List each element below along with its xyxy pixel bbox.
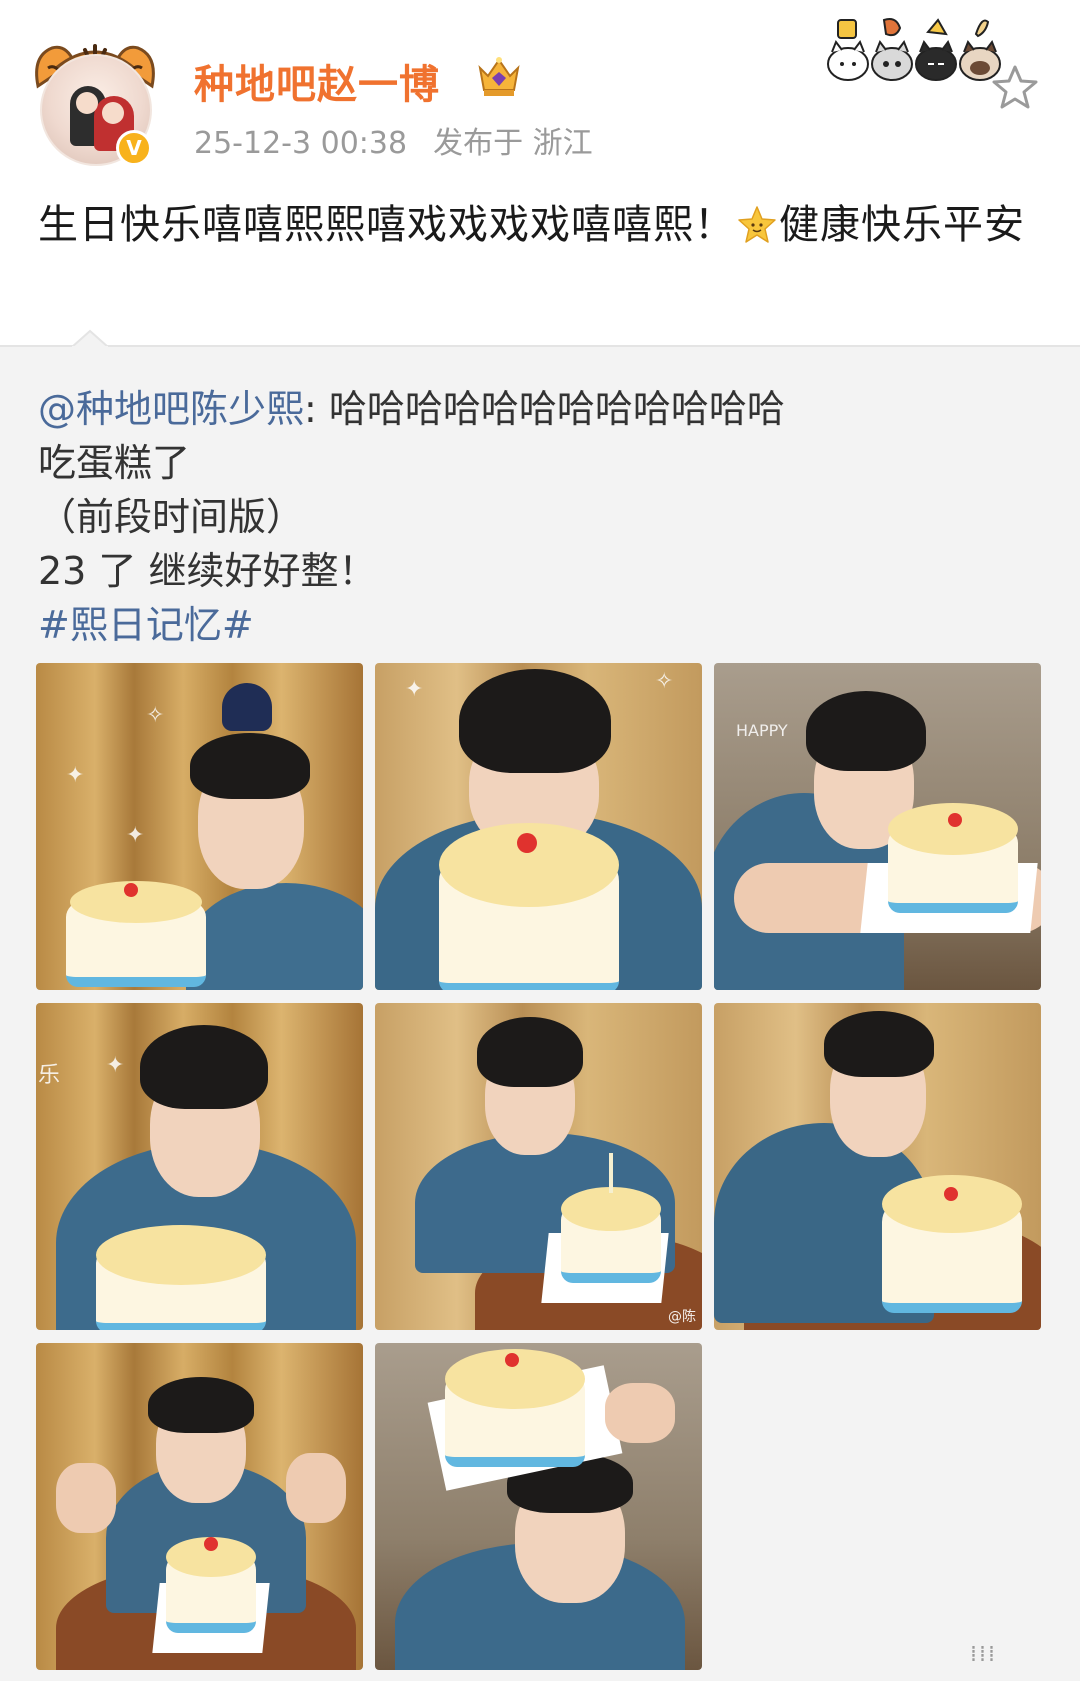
hashtag-link[interactable]: #熙日记忆# [38, 598, 1048, 652]
post-card: V 种地吧赵一博 25-12-3 00:38 发布于 浙江 生日快乐嘻嘻熙熙嘻戏… [0, 0, 1080, 345]
post-text-wish: 健康快乐平安 [779, 202, 1025, 248]
post-meta: 25-12-3 00:38 发布于 浙江 [194, 118, 593, 162]
photo-1[interactable]: ✦ ✧ ✦ [36, 663, 363, 990]
repost-pointer [72, 329, 108, 363]
photo-3[interactable]: HAPPY [714, 663, 1041, 990]
cat-stickers-icon [827, 18, 1001, 81]
vip-crown-icon[interactable] [474, 54, 524, 100]
post-text: 生日快乐嘻嘻熙熙嘻戏戏戏戏嘻嘻熙！ 健康快乐平安 [38, 198, 1048, 253]
post-datetime: 25-12-3 00:38 [194, 126, 408, 161]
repost-line-3: （前段时间版） [38, 495, 305, 539]
more-dots-icon: ⁞⁞⁞ [970, 1642, 997, 1667]
repost-text: @种地吧陈少熙: 哈哈哈哈哈哈哈哈哈哈哈哈 吃蛋糕了 （前段时间版） 23 了 … [38, 382, 1048, 652]
star-emoji-icon [738, 206, 776, 243]
username[interactable]: 种地吧赵一博 [194, 52, 440, 110]
repost-line-4: 23 了 继续好好整！ [38, 549, 377, 593]
photo-8[interactable] [375, 1343, 702, 1670]
post-location: 发布于 浙江 [433, 126, 593, 161]
photo-6[interactable] [714, 1003, 1041, 1330]
photo-grid: ✦ ✧ ✦ ✦ ✧ HAPPY ✦ 乐 @陈 [36, 663, 1043, 1670]
photo-watermark: @陈 [668, 1309, 696, 1325]
mention-link[interactable]: @种地吧陈少熙 [38, 387, 304, 431]
verified-badge-icon: V [116, 130, 152, 166]
photo-5[interactable]: @陈 [375, 1003, 702, 1330]
post-text-main: 生日快乐嘻嘻熙熙嘻戏戏戏戏嘻嘻熙！ [38, 202, 735, 248]
repost-line-2: 吃蛋糕了 [38, 441, 191, 485]
favorite-star-icon[interactable] [990, 62, 1040, 112]
avatar[interactable]: V [30, 38, 160, 168]
photo-4[interactable]: ✦ 乐 [36, 1003, 363, 1330]
photo-2[interactable]: ✦ ✧ [375, 663, 702, 990]
photo-7[interactable] [36, 1343, 363, 1670]
repost-line-1: : 哈哈哈哈哈哈哈哈哈哈哈哈 [304, 387, 785, 431]
